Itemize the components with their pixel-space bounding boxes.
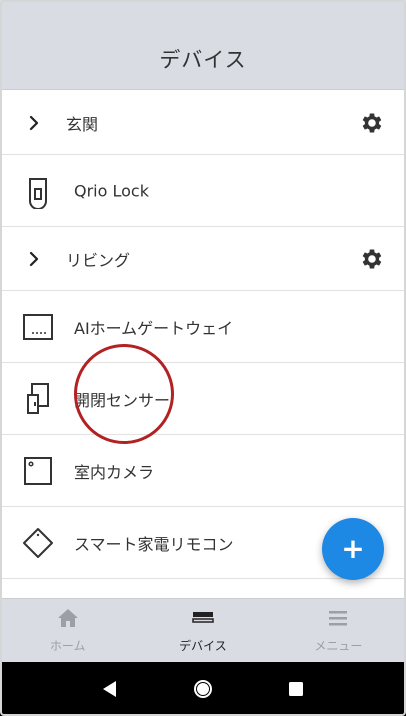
status-bar xyxy=(0,0,406,28)
back-icon xyxy=(103,681,117,697)
camera-icon xyxy=(24,456,52,485)
bottom-navigation: ホーム デバイス メニュー xyxy=(0,598,406,662)
device-label: Qrio Lock xyxy=(74,181,149,200)
home-system-button[interactable] xyxy=(191,677,215,701)
devices-icon xyxy=(192,612,214,623)
menu-icon xyxy=(329,611,348,626)
door-sensor-icon xyxy=(27,382,49,414)
page-title: デバイス xyxy=(159,47,247,72)
remote-icon xyxy=(23,527,53,558)
system-navigation-bar xyxy=(0,662,406,716)
group-row-entrance[interactable]: 玄関 xyxy=(0,91,406,155)
group-row-living[interactable]: リビング xyxy=(0,227,406,291)
nav-label: デバイス xyxy=(179,639,227,653)
smart-lock-icon xyxy=(29,177,47,209)
nav-label: ホーム xyxy=(49,639,86,653)
device-label: 室内カメラ xyxy=(74,462,155,482)
group-label: リビング xyxy=(66,250,131,270)
nav-item-devices[interactable]: デバイス xyxy=(135,599,270,662)
home-icon xyxy=(57,609,78,627)
gear-icon[interactable] xyxy=(358,110,384,136)
recents-icon xyxy=(288,682,303,696)
add-icon: + xyxy=(341,532,365,565)
device-row-indoor-camera[interactable]: 室内カメラ xyxy=(0,435,406,507)
back-button[interactable] xyxy=(98,677,122,701)
gear-icon[interactable] xyxy=(358,246,384,272)
device-label: スマート家電リモコン xyxy=(74,534,234,554)
add-device-button[interactable]: + xyxy=(322,518,384,580)
nav-label: メニュー xyxy=(314,639,363,653)
device-row-qrio-lock[interactable]: Qrio Lock xyxy=(0,155,406,227)
nav-item-home[interactable]: ホーム xyxy=(0,599,135,662)
nav-item-menu[interactable]: メニュー xyxy=(271,599,406,662)
chevron-right-icon[interactable] xyxy=(26,115,42,131)
device-row-door-sensor[interactable]: 開閉センサー xyxy=(0,363,406,435)
home-circle-icon xyxy=(193,680,212,698)
gateway-icon xyxy=(23,313,53,340)
device-list: 玄関 Qrio Lock リビング AIホームゲートウェイ 開閉センサー 室内カ… xyxy=(0,91,406,579)
chevron-right-icon[interactable] xyxy=(26,251,42,267)
device-label: 開閉センサー xyxy=(74,390,171,410)
device-label: AIホームゲートウェイ xyxy=(74,318,234,338)
device-row-ai-home-gateway[interactable]: AIホームゲートウェイ xyxy=(0,291,406,363)
group-label: 玄関 xyxy=(66,114,99,134)
app-header: デバイス xyxy=(0,28,406,90)
recents-button[interactable] xyxy=(284,677,308,701)
